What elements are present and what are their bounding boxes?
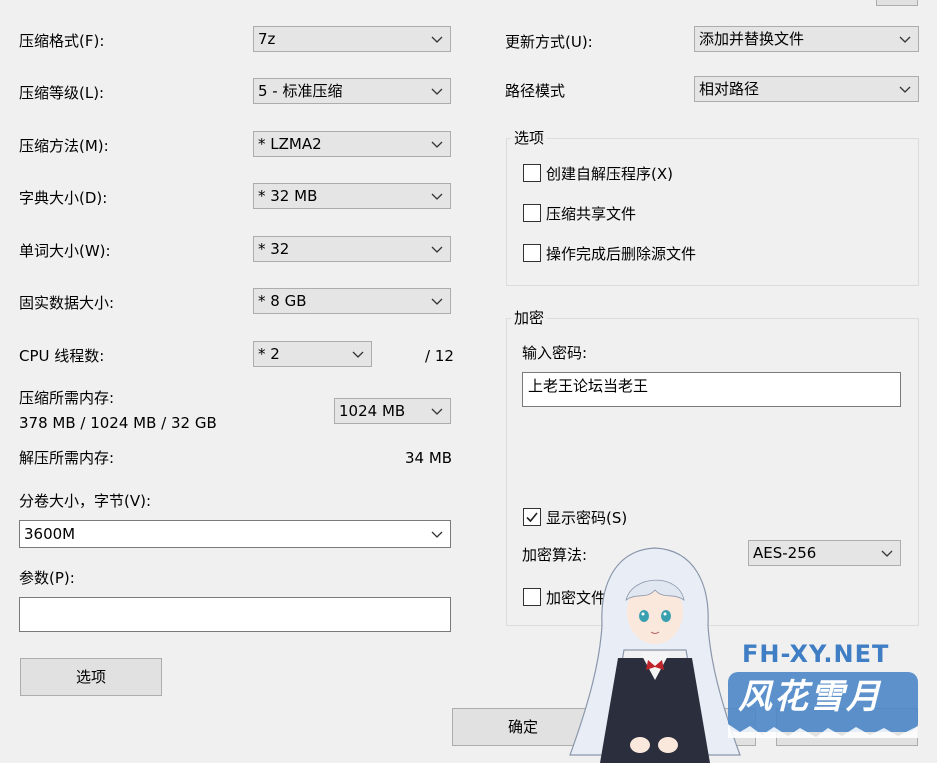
mem-decompress-value: 34 MB — [405, 449, 453, 467]
level-select[interactable]: 5 - 标准压缩 — [253, 78, 451, 104]
volume-value: 3600M — [24, 525, 76, 543]
shared-files-checkbox[interactable] — [523, 204, 541, 222]
sfx-label: 创建自解压程序(X) — [546, 165, 673, 183]
volume-label: 分卷大小，字节(V): — [19, 492, 152, 510]
delete-source-label: 操作完成后删除源文件 — [546, 245, 697, 263]
algo-value: AES-256 — [753, 544, 817, 562]
options-button-label: 选项 — [75, 668, 106, 686]
word-label: 单词大小(W): — [19, 242, 111, 260]
top-right-button[interactable] — [876, 0, 918, 6]
mem-limit-select[interactable]: 1024 MB — [334, 398, 451, 424]
word-value: * 32 — [258, 240, 290, 258]
chevron-down-icon — [881, 550, 893, 557]
path-select[interactable]: 相对路径 — [694, 76, 919, 102]
word-select[interactable]: * 32 — [253, 236, 451, 262]
checkmark-icon — [526, 512, 538, 523]
algo-select[interactable]: AES-256 — [748, 540, 901, 566]
watermark-brand-text: 风花雪月 — [738, 677, 882, 717]
shared-files-label: 压缩共享文件 — [546, 205, 637, 223]
path-label: 路径模式 — [505, 82, 566, 100]
ok-button-label: 确定 — [507, 718, 538, 736]
delete-source-checkbox[interactable] — [523, 244, 541, 262]
method-label: 压缩方法(M): — [19, 137, 109, 155]
chevron-down-icon — [352, 351, 364, 358]
password-value: 上老王论坛当老王 — [528, 377, 649, 395]
mem-limit-value: 1024 MB — [339, 402, 406, 420]
chevron-down-icon — [431, 246, 443, 253]
watermark-site-text: FH-XY.NET — [742, 640, 890, 668]
solid-label: 固实数据大小: — [19, 294, 115, 312]
solid-value: * 8 GB — [258, 292, 307, 310]
volume-combo[interactable]: 3600M — [19, 520, 451, 548]
update-value: 添加并替换文件 — [699, 30, 805, 48]
update-select[interactable]: 添加并替换文件 — [694, 26, 919, 52]
show-password-checkbox[interactable] — [523, 508, 541, 526]
level-value: 5 - 标准压缩 — [258, 82, 343, 100]
password-label: 输入密码: — [522, 344, 588, 362]
params-label: 参数(P): — [19, 569, 75, 587]
threads-label: CPU 线程数: — [19, 347, 105, 365]
threads-value: * 2 — [258, 345, 280, 363]
chevron-down-icon — [899, 86, 911, 93]
format-label: 压缩格式(F): — [19, 32, 105, 50]
threads-select[interactable]: * 2 — [253, 341, 372, 367]
chevron-down-icon — [431, 408, 443, 415]
options-group-title: 选项 — [511, 128, 548, 148]
path-value: 相对路径 — [699, 80, 760, 98]
solid-select[interactable]: * 8 GB — [253, 288, 451, 314]
sfx-checkbox[interactable] — [523, 164, 541, 182]
threads-total: / 12 — [425, 347, 454, 365]
dict-label: 字典大小(D): — [19, 189, 108, 207]
chevron-down-icon — [431, 193, 443, 200]
encrypt-names-checkbox[interactable] — [523, 588, 541, 606]
password-input[interactable]: 上老王论坛当老王 — [522, 372, 901, 407]
params-input[interactable] — [19, 597, 451, 632]
mem-decompress-label: 解压所需内存: — [19, 449, 115, 467]
encryption-group-title: 加密 — [511, 308, 548, 328]
format-value: 7z — [258, 30, 276, 48]
mem-compress-detail: 378 MB / 1024 MB / 32 GB — [19, 414, 217, 432]
chevron-down-icon — [431, 298, 443, 305]
method-select[interactable]: * LZMA2 — [253, 131, 451, 157]
update-label: 更新方式(U): — [505, 33, 593, 51]
show-password-label: 显示密码(S) — [546, 509, 628, 527]
mem-compress-label: 压缩所需内存: — [19, 389, 115, 407]
chevron-down-icon — [431, 36, 443, 43]
dict-value: * 32 MB — [258, 187, 318, 205]
chevron-down-icon — [431, 531, 443, 538]
chevron-down-icon — [899, 36, 911, 43]
chevron-down-icon — [431, 141, 443, 148]
options-button[interactable]: 选项 — [20, 658, 162, 696]
chevron-down-icon — [431, 88, 443, 95]
method-value: * LZMA2 — [258, 135, 322, 153]
level-label: 压缩等级(L): — [19, 84, 105, 102]
dict-select[interactable]: * 32 MB — [253, 183, 451, 209]
format-select[interactable]: 7z — [253, 26, 451, 52]
